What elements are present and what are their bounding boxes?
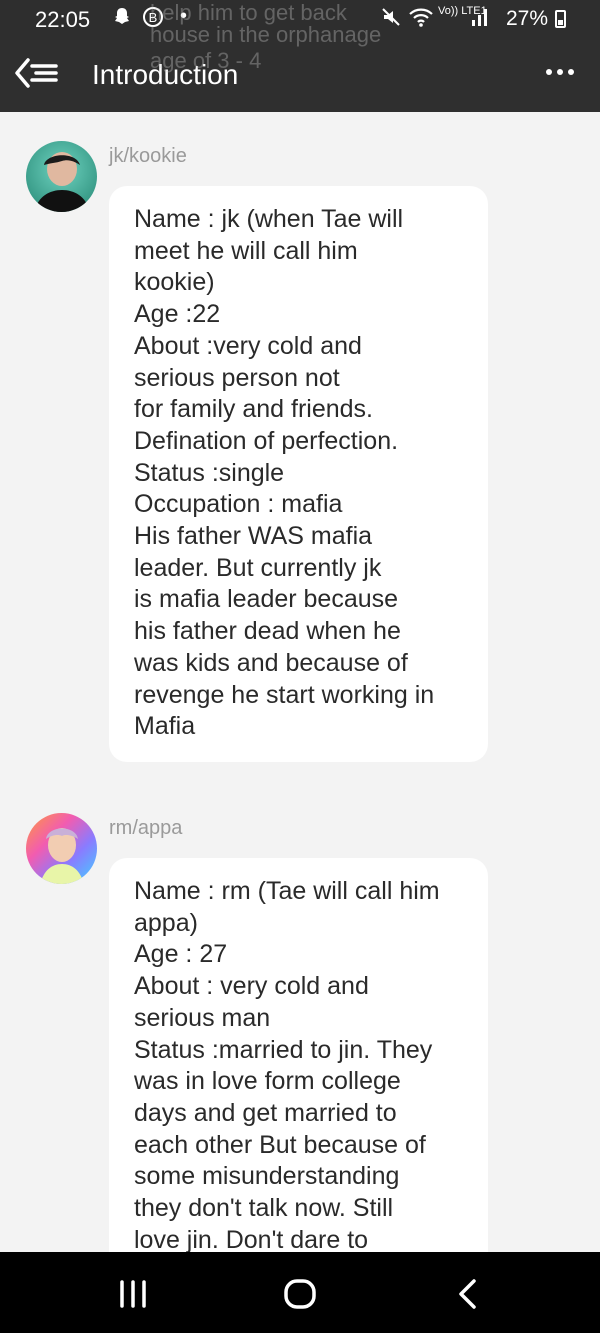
message-line: Status :married to jin. They — [134, 1035, 433, 1064]
back-menu-button[interactable] — [14, 56, 64, 96]
message-line: for family and friends. — [134, 395, 373, 424]
svg-text:B: B — [149, 10, 158, 25]
message-line: Name : rm (Tae will call him — [134, 877, 440, 905]
battery-percent: 27% — [505, 7, 548, 30]
message-line: His father WAS mafia — [134, 522, 373, 551]
recent-apps-icon — [120, 1280, 146, 1308]
message-line: they don't talk now. Still — [134, 1194, 394, 1223]
message-line: kookie) — [134, 268, 215, 297]
message-line: some misunderstanding — [134, 1162, 400, 1191]
more-options-icon — [546, 69, 574, 75]
message-line: revenge he start working in — [134, 680, 435, 709]
message-line: serious man — [134, 1003, 271, 1032]
app-bar: Introduction — [0, 40, 600, 112]
battery-icon — [555, 10, 566, 28]
message-line: days and get married to — [134, 1098, 397, 1127]
b-circle-icon: B — [142, 6, 164, 34]
chat-content[interactable]: jk/kookie Name : jk (when Tae will meet … — [0, 112, 600, 1252]
message-line: was kids and because of — [134, 648, 408, 677]
message-line: Defination of perfection. — [134, 426, 399, 455]
signal-icon — [470, 6, 490, 34]
home-icon — [284, 1279, 316, 1309]
back-button[interactable] — [448, 1274, 488, 1314]
message-line: each other But because of — [134, 1130, 426, 1159]
page-title: Introduction — [92, 59, 239, 90]
home-button[interactable] — [280, 1274, 320, 1314]
message-line: About : very cold and — [134, 972, 369, 1001]
message-author[interactable]: rm/appa — [109, 817, 182, 840]
avatar[interactable] — [26, 141, 97, 212]
recent-apps-button[interactable] — [113, 1274, 153, 1314]
avatar[interactable] — [26, 813, 97, 884]
message-line: Age :22 — [134, 300, 221, 329]
message-line: Status :single — [134, 458, 285, 487]
message-line: Name : jk (when Tae will — [134, 205, 404, 233]
wifi-icon — [408, 6, 434, 34]
message-line: was in love form college — [134, 1067, 401, 1096]
message-line: Mafia — [134, 712, 196, 741]
message-line: meet he will call him — [134, 236, 358, 265]
message-bubble: Name : jk (when Tae will meet he will ca… — [109, 186, 488, 762]
message-line: serious person not — [134, 363, 340, 392]
message-line: leader. But currently jk — [134, 553, 382, 582]
message-line: Age : 27 — [134, 940, 228, 969]
back-menu-icon — [15, 58, 58, 88]
message-line: is mafia leader because — [134, 585, 399, 614]
message-author[interactable]: jk/kookie — [109, 145, 187, 168]
mute-icon — [380, 6, 402, 34]
message-bubble: Name : rm (Tae will call him appa) Age :… — [109, 858, 488, 1252]
status-time: 22:05 — [35, 7, 91, 32]
dot-icon: • — [180, 5, 188, 27]
snapchat-icon — [112, 6, 132, 32]
message-line: Occupation : mafia — [134, 490, 343, 519]
message-line: love jin. Don't dare to — [134, 1225, 369, 1252]
status-bar: 22:05 B • Vo)) LTE1 27% — [0, 0, 600, 40]
message-line: appa) — [134, 908, 198, 937]
more-options-button[interactable] — [544, 50, 578, 97]
message-line: About :very cold and — [134, 331, 362, 360]
back-icon — [459, 1279, 476, 1309]
navigation-bar — [0, 1252, 600, 1333]
message-line: his father dead when he — [134, 617, 401, 646]
